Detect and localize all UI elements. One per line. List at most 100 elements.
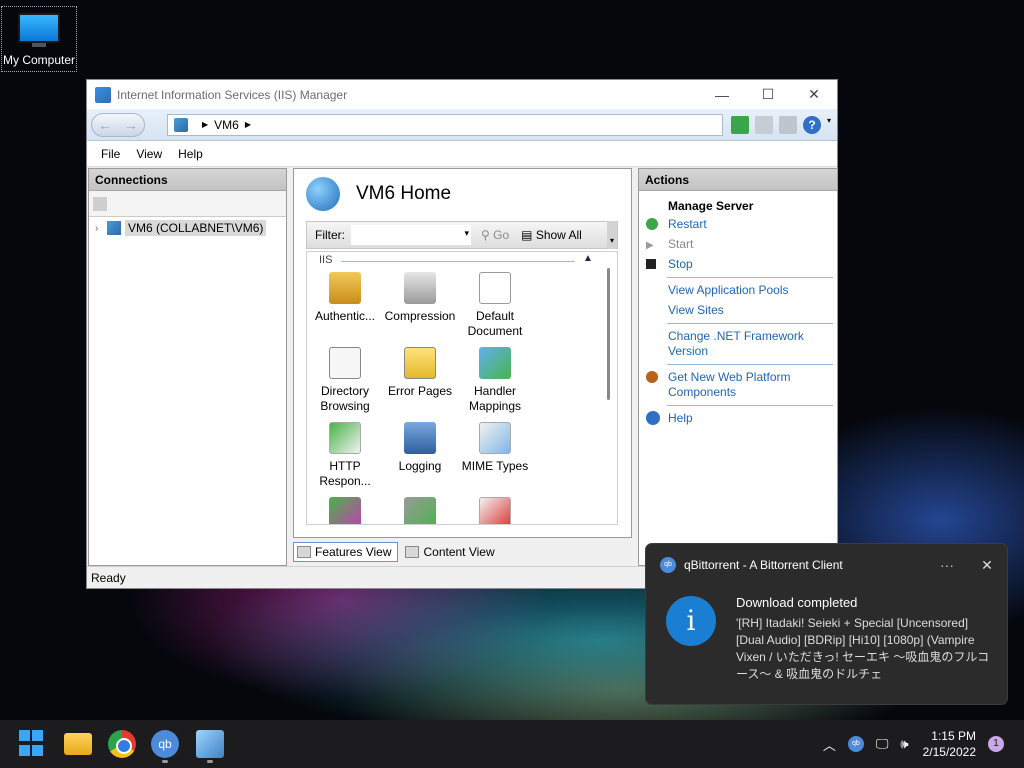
expand-chevron-icon[interactable]: › — [95, 223, 107, 234]
clock[interactable]: 1:15 PM 2/15/2022 — [923, 728, 976, 760]
view-application-pools-link[interactable]: View Application Pools — [639, 283, 837, 298]
my-computer-desktop-icon[interactable]: My Computer — [1, 6, 77, 72]
clock-date: 2/15/2022 — [922, 745, 976, 759]
connections-header: Connections — [89, 169, 286, 191]
toolbar-icons: ? ▾ — [731, 115, 835, 134]
help-link[interactable]: Help — [639, 411, 837, 426]
feature-error-pages[interactable]: Error Pages — [382, 347, 458, 399]
help-dropdown-icon[interactable]: ▾ — [827, 116, 835, 134]
directory-browsing-icon — [329, 347, 361, 379]
menu-bar: File View Help — [87, 141, 837, 167]
help-icon[interactable]: ? — [803, 115, 821, 134]
feature-directory-browsing[interactable]: Directory Browsing — [307, 347, 383, 414]
error-page-icon — [404, 347, 436, 379]
feature-http-response[interactable]: HTTP Respon... — [307, 422, 383, 489]
close-notification-icon[interactable]: ✕ — [967, 557, 1007, 574]
notification-body: '[RH] Itadaki! Seieki + Special [Uncenso… — [736, 616, 990, 681]
feature-default-document[interactable]: Default Document — [457, 272, 533, 339]
close-button[interactable]: ✕ — [791, 86, 837, 103]
qbittorrent-icon: qb — [660, 557, 676, 573]
qbittorrent-taskbar-icon[interactable]: qb — [151, 730, 179, 758]
back-arrow-icon[interactable]: ← — [98, 117, 112, 133]
logging-icon — [404, 422, 436, 454]
show-all-button[interactable]: ▤ Show All — [521, 228, 582, 242]
start-button[interactable] — [19, 730, 47, 758]
content-view-icon — [405, 546, 420, 558]
iis-manager-taskbar-icon[interactable] — [196, 730, 224, 758]
maximize-button[interactable]: ☐ — [745, 86, 791, 103]
go-button[interactable]: ⚲ Go — [481, 228, 509, 242]
chrome-icon[interactable] — [108, 730, 136, 758]
home-icon[interactable] — [779, 115, 797, 134]
feature-partial-item[interactable] — [307, 497, 383, 524]
connections-panel: Connections › VM6 (COLLABNET\VM6) — [88, 168, 287, 566]
get-web-platform-link[interactable]: Get New Web Platform Components — [639, 370, 837, 400]
forward-arrow-icon[interactable]: → — [124, 117, 138, 133]
title-bar: Internet Information Services (IIS) Mana… — [87, 80, 837, 109]
stop-icon[interactable] — [755, 115, 773, 134]
tab-features-view[interactable]: Features View — [293, 542, 399, 562]
feature-partial-item[interactable] — [382, 497, 458, 524]
main-area: Connections › VM6 (COLLABNET\VM6) VM6 Ho… — [87, 168, 838, 566]
notification-app-name: qBittorrent - A Bittorrent Client — [684, 558, 843, 572]
feature-authentication[interactable]: Authentic... — [307, 272, 383, 324]
start-icon: ▶ — [646, 240, 654, 251]
stop-icon — [646, 259, 656, 269]
tree-node-label[interactable]: VM6 (COLLABNET\VM6) — [125, 220, 267, 236]
home-panel: VM6 Home Filter: ⚲ Go ▤ Show All ▾ IIS ▲… — [293, 168, 632, 538]
window-title: Internet Information Services (IIS) Mana… — [117, 87, 348, 102]
notification-title: Download completed — [736, 595, 858, 610]
collapse-caret-icon[interactable]: ▲ — [583, 253, 593, 264]
tree-node-server[interactable]: › VM6 (COLLABNET\VM6) — [89, 219, 286, 237]
desktop-icon-label: My Computer — [2, 53, 76, 67]
refresh-icon[interactable] — [731, 115, 749, 134]
page-title: VM6 Home — [356, 183, 452, 204]
filter-input[interactable] — [351, 225, 471, 245]
minimize-button[interactable]: — — [699, 87, 745, 103]
volume-icon[interactable]: 🕪 — [900, 736, 908, 752]
web-platform-icon — [646, 371, 658, 383]
feature-mime-types[interactable]: MIME Types — [457, 422, 533, 474]
compression-icon — [404, 272, 436, 304]
network-icon[interactable]: 🖵 — [876, 736, 889, 752]
qbittorrent-notification[interactable]: qb qBittorrent - A Bittorrent Client ···… — [645, 543, 1008, 705]
tab-content-view[interactable]: Content View — [402, 542, 500, 562]
show-hidden-icons-chevron-icon[interactable]: ︿ — [823, 735, 836, 754]
file-explorer-icon[interactable] — [64, 733, 92, 755]
list-feature-icon — [479, 497, 511, 524]
notification-count-badge[interactable]: 1 — [988, 736, 1004, 752]
vertical-scrollbar[interactable] — [607, 268, 610, 400]
breadcrumb-server[interactable]: VM6 — [214, 118, 239, 132]
start-action[interactable]: ▶ Start — [639, 237, 837, 252]
server-feature-icon — [404, 497, 436, 524]
qbittorrent-tray-icon[interactable]: qb — [847, 736, 864, 752]
feature-partial-item[interactable] — [457, 497, 533, 524]
view-sites-link[interactable]: View Sites — [639, 303, 837, 318]
restart-action[interactable]: Restart — [639, 217, 837, 232]
features-view-icon — [297, 546, 311, 558]
feature-handler-mappings[interactable]: Handler Mappings — [457, 347, 533, 414]
connections-toolbar — [89, 191, 286, 217]
server-icon — [107, 221, 121, 235]
back-forward-buttons[interactable]: ← → — [91, 112, 145, 137]
address-bar[interactable]: ▶ VM6 ▶ — [167, 113, 723, 136]
menu-file[interactable]: File — [93, 147, 128, 161]
connect-icon[interactable] — [93, 196, 107, 211]
breadcrumb-arrow-icon[interactable]: ▶ — [202, 120, 208, 129]
navigation-bar: ← → ▶ VM6 ▶ ? ▾ — [87, 109, 837, 141]
breadcrumb-arrow-icon[interactable]: ▶ — [245, 120, 251, 129]
change-net-framework-link[interactable]: Change .NET Framework Version — [639, 329, 837, 359]
server-globe-icon — [306, 177, 340, 211]
filter-bar: Filter: ⚲ Go ▤ Show All ▾ — [306, 221, 618, 249]
feature-logging[interactable]: Logging — [382, 422, 458, 474]
menu-help[interactable]: Help — [170, 147, 211, 161]
group-by-dropdown-icon[interactable]: ▾ — [607, 221, 617, 249]
monitor-icon — [18, 13, 60, 43]
menu-view[interactable]: View — [128, 147, 170, 161]
stop-action[interactable]: Stop — [639, 257, 837, 272]
modules-icon — [329, 497, 361, 524]
home-header: VM6 Home — [294, 169, 631, 219]
feature-compression[interactable]: Compression — [382, 272, 458, 324]
actions-header: Actions — [639, 169, 837, 191]
more-options-icon[interactable]: ··· — [927, 557, 967, 573]
